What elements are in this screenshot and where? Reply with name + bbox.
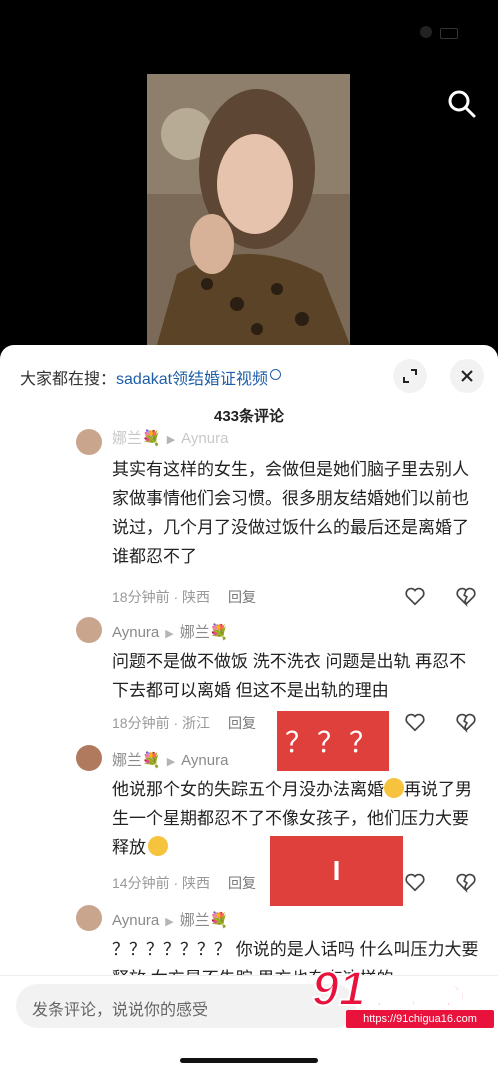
watermark-title: 吃瓜中心 bbox=[368, 983, 465, 1011]
watermark-number: 91 bbox=[311, 962, 366, 1017]
site-watermark: 91 吃瓜中心 https://91chigua16.com bbox=[311, 962, 494, 1032]
video-area[interactable] bbox=[0, 0, 498, 350]
avatar[interactable] bbox=[76, 429, 102, 455]
status-indicator bbox=[420, 26, 432, 38]
comment-username[interactable]: 娜兰💐 ▶ Aynura bbox=[112, 749, 228, 770]
comment-username[interactable]: 娜兰💐 ▶ Aynura bbox=[112, 427, 228, 448]
crying-laughing-emoji-icon bbox=[384, 778, 404, 798]
comment-input-placeholder: 发条评论，说说你的感受 bbox=[32, 1002, 209, 1019]
comment-meta: 18分钟前 · 浙江 回复 bbox=[112, 715, 257, 731]
reply-button[interactable]: 回复 bbox=[228, 875, 256, 891]
hot-search-keyword[interactable]: sadakat领结婚证视频 bbox=[116, 371, 268, 388]
close-button[interactable] bbox=[450, 359, 484, 393]
comment-username[interactable]: Aynura ▶ 娜兰💐 bbox=[112, 621, 228, 642]
broken-heart-icon[interactable] bbox=[455, 585, 477, 607]
hot-search-label: 大家都在搜： bbox=[20, 371, 117, 388]
avatar[interactable] bbox=[76, 617, 102, 643]
expand-icon bbox=[403, 369, 417, 383]
comment-text: 其实有这样的女生，会做但是她们脑子里去别人家做事情他们会习惯。很多朋友结婚她们以… bbox=[112, 460, 469, 566]
search-icon bbox=[448, 90, 476, 118]
close-icon bbox=[461, 370, 473, 382]
heart-icon[interactable] bbox=[404, 585, 426, 607]
search-button[interactable] bbox=[444, 86, 480, 122]
comment-meta: 14分钟前 · 陕西 回复 bbox=[112, 875, 257, 891]
avatar[interactable] bbox=[76, 745, 102, 771]
comment-username[interactable]: Aynura ▶ 娜兰💐 bbox=[112, 909, 228, 930]
avatar[interactable] bbox=[76, 905, 102, 931]
video-thumbnail[interactable] bbox=[147, 74, 350, 345]
censor-overlay-bar: I bbox=[270, 836, 403, 906]
reply-button[interactable]: 回复 bbox=[228, 589, 256, 605]
hot-search-row[interactable]: 大家都在搜：sadakat领结婚证视频 bbox=[20, 365, 282, 389]
battery-icon bbox=[440, 28, 458, 39]
search-icon bbox=[270, 369, 282, 380]
comment-count: 433条评论 bbox=[213, 408, 285, 425]
comment-text: 问题不是做不做饭 洗不洗衣 问题是出轨 再忍不下去都可以离婚 但这不是出轨的理由 bbox=[112, 652, 467, 700]
censor-overlay-question: ？？？ bbox=[277, 711, 389, 771]
broken-heart-icon[interactable] bbox=[455, 871, 477, 893]
comment-meta: 18分钟前 · 陕西 回复 bbox=[112, 589, 257, 605]
broken-heart-icon[interactable] bbox=[455, 711, 477, 733]
comment-input[interactable]: 发条评论，说说你的感受 bbox=[16, 984, 356, 1028]
heart-icon[interactable] bbox=[404, 871, 426, 893]
home-indicator bbox=[180, 1058, 318, 1063]
watermark-url: https://91chigua16.com bbox=[346, 1010, 494, 1028]
expand-button[interactable] bbox=[393, 359, 427, 393]
heart-icon[interactable] bbox=[404, 711, 426, 733]
reply-button[interactable]: 回复 bbox=[228, 715, 256, 731]
smile-emoji-icon bbox=[148, 836, 168, 856]
